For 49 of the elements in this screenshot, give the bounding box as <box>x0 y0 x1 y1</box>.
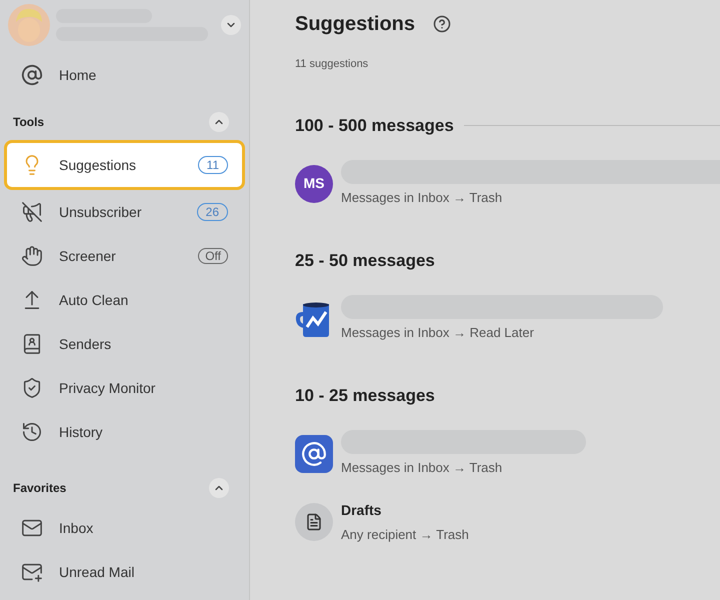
count-badge: 26 <box>196 203 228 221</box>
avatar: MS <box>295 164 333 203</box>
item-title: Drafts <box>341 500 382 520</box>
section-heading: Tools <box>13 114 44 131</box>
sidebar-item[interactable]: Auto Clean <box>4 278 245 322</box>
sidebar-item[interactable]: Unsubscriber 26 <box>4 190 245 234</box>
at-sign-icon <box>21 64 43 86</box>
sidebar-item[interactable]: History <box>4 410 245 454</box>
item-label: History <box>59 422 103 442</box>
mail-icon <box>21 517 43 539</box>
sidebar-item[interactable]: Suggestions 11 <box>4 140 245 190</box>
history-icon <box>21 421 43 443</box>
help-icon[interactable] <box>433 15 452 33</box>
contact-book-icon <box>21 333 43 355</box>
item-label: Unsubscriber <box>59 202 142 222</box>
item-label: Privacy Monitor <box>59 378 156 398</box>
sidebar-item[interactable]: Senders <box>4 322 245 366</box>
item-label: Suggestions <box>59 156 136 175</box>
sidebar-item[interactable]: Privacy Monitor <box>4 366 245 410</box>
group-heading: 10 - 25 messages <box>295 384 435 407</box>
sidebar-item[interactable]: Inbox <box>4 506 245 550</box>
rule-text: Messages in Inbox → Trash <box>341 459 504 477</box>
muted-megaphone-icon <box>21 201 43 223</box>
status-badge: Off <box>198 248 228 264</box>
shield-check-icon <box>21 377 43 399</box>
rule-text: Messages in Inbox → Read Later <box>341 324 535 342</box>
count-badge: 11 <box>198 156 228 174</box>
collapse-button[interactable] <box>209 112 229 132</box>
page-title: Suggestions <box>295 12 416 37</box>
hand-icon <box>21 245 43 267</box>
suggestion-count: 11 suggestions <box>295 57 370 72</box>
group-heading: 25 - 50 messages <box>295 250 435 272</box>
app-logo <box>295 434 333 473</box>
sidebar-item[interactable]: Screener Off <box>4 234 245 278</box>
item-label: Auto Clean <box>59 290 128 310</box>
section-heading: Favorites <box>13 480 66 497</box>
rule-text: Messages in Inbox → Trash <box>341 189 504 207</box>
item-label: Home <box>59 66 96 84</box>
rule-text: Any recipient → Trash <box>341 526 469 544</box>
group-heading: 100 - 500 messages <box>295 114 454 137</box>
item-label: Senders <box>59 334 112 354</box>
item-label: Unread Mail <box>59 562 134 582</box>
sidebar-item[interactable]: Unread Mail <box>4 550 245 594</box>
sidebar-item[interactable]: Home <box>0 50 249 100</box>
expand-button[interactable] <box>221 15 241 35</box>
item-label: Screener <box>59 246 116 266</box>
item-label: Inbox <box>59 518 94 538</box>
collapse-button[interactable] <box>209 478 229 498</box>
document-icon <box>295 502 333 541</box>
